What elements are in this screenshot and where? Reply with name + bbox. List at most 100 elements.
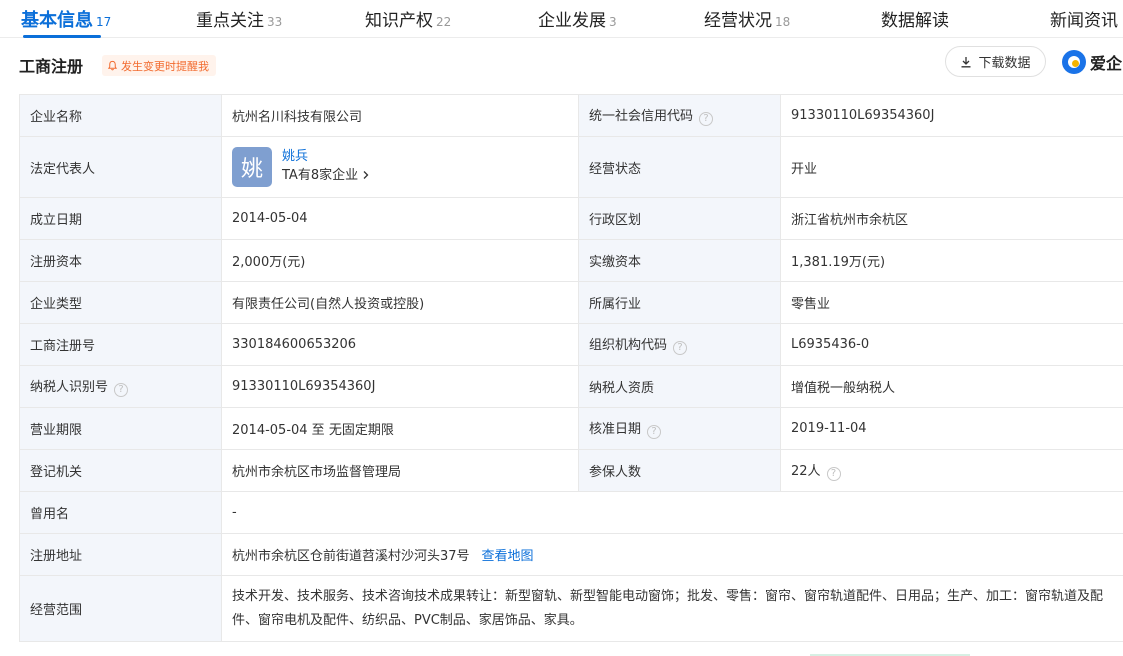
tab-development[interactable]: 企业发展 3	[538, 6, 617, 38]
label-former-name: 曾用名	[19, 491, 222, 534]
table-row: 纳税人识别号? 91330110L69354360J 纳税人资质 增值税一般纳税…	[19, 365, 1123, 408]
value-founded: 2014-05-04	[221, 197, 579, 240]
help-icon[interactable]: ?	[114, 383, 129, 397]
change-remind-button[interactable]: 发生变更时提醒我	[102, 55, 216, 76]
label-taxpayer-id-cell: 纳税人识别号?	[19, 365, 222, 408]
value-paid-capital: 1,381.19万(元)	[780, 239, 1123, 282]
label-company-name: 企业名称	[19, 94, 222, 137]
table-row: 曾用名 -	[19, 491, 1123, 534]
table-row: 注册地址 杭州市余杭区仓前街道苕溪村沙河头37号 查看地图	[19, 533, 1123, 576]
table-row: 营业期限 2014-05-04 至 无固定期限 核准日期? 2019-11-04	[19, 407, 1123, 450]
tab-label: 重点关注	[196, 11, 264, 31]
tab-count: 17	[96, 15, 112, 29]
aiqi-brand[interactable]: 爱企	[1062, 50, 1122, 74]
table-row: 登记机关 杭州市余杭区市场监督管理局 参保人数 22人?	[19, 449, 1123, 492]
label-org-code-cell: 组织机构代码?	[578, 323, 781, 366]
value-insured: 22人	[791, 464, 821, 479]
aiqi-logo-icon	[1062, 50, 1086, 74]
tab-label: 知识产权	[365, 11, 433, 31]
value-insured-cell: 22人?	[780, 449, 1123, 492]
table-row: 注册资本 2,000万(元) 实缴资本 1,381.19万(元)	[19, 239, 1123, 282]
tab-count: 18	[775, 15, 791, 29]
label-industry: 所属行业	[578, 281, 781, 324]
value-org-code: L6935436-0	[780, 323, 1123, 366]
value-former-name: -	[221, 491, 1123, 534]
tab-ip[interactable]: 知识产权 22	[365, 6, 451, 38]
value-address: 杭州市余杭区仓前街道苕溪村沙河头37号	[232, 549, 470, 564]
tab-count: 3	[609, 15, 617, 29]
tab-active-indicator	[23, 35, 101, 38]
tab-label: 企业发展	[538, 11, 606, 31]
view-map-link[interactable]: 查看地图	[482, 549, 534, 564]
help-icon[interactable]: ?	[699, 112, 714, 126]
label-reg-no: 工商注册号	[19, 323, 222, 366]
value-industry: 零售业	[780, 281, 1123, 324]
value-credit-code: 91330110L69354360J	[780, 94, 1123, 137]
section-title: 工商注册	[19, 57, 84, 76]
label-term: 营业期限	[19, 407, 222, 450]
help-icon[interactable]: ?	[647, 425, 662, 439]
tab-count: 22	[436, 15, 452, 29]
download-label: 下载数据	[978, 56, 1031, 71]
table-row: 成立日期 2014-05-04 行政区划 浙江省杭州市余杭区	[19, 197, 1123, 240]
value-scope: 技术开发、技术服务、技术咨询技术成果转让：新型窗轨、新型智能电动窗饰；批发、零售…	[221, 575, 1123, 642]
label-authority: 登记机关	[19, 449, 222, 492]
value-approve-date: 2019-11-04	[780, 407, 1123, 450]
tab-basic-info[interactable]: 基本信息 17	[21, 6, 111, 38]
label-insured: 参保人数	[578, 449, 781, 492]
brand-label: 爱企	[1090, 54, 1123, 73]
tab-news[interactable]: 新闻资讯	[1050, 6, 1118, 38]
help-icon[interactable]: ?	[673, 341, 688, 355]
value-authority: 杭州市余杭区市场监督管理局	[221, 449, 579, 492]
bell-icon	[107, 60, 118, 71]
label-credit-code-cell: 统一社会信用代码?	[578, 94, 781, 137]
tab-key-attention[interactable]: 重点关注 33	[196, 6, 282, 38]
help-icon[interactable]: ?	[826, 467, 841, 481]
legal-rep-companies-link[interactable]: TA有8家企业	[282, 168, 370, 183]
value-reg-capital: 2,000万(元)	[221, 239, 579, 282]
table-row: 企业类型 有限责任公司(自然人投资或控股) 所属行业 零售业	[19, 281, 1123, 324]
tab-data-analysis[interactable]: 数据解读	[881, 6, 949, 38]
remind-label: 发生变更时提醒我	[121, 59, 209, 73]
label-founded: 成立日期	[19, 197, 222, 240]
label-org-code: 组织机构代码	[589, 338, 668, 353]
value-company-type: 有限责任公司(自然人投资或控股)	[221, 281, 579, 324]
value-taxpayer-qual: 增值税一般纳税人	[780, 365, 1123, 408]
label-scope: 经营范围	[19, 575, 222, 642]
table-row: 法定代表人 姚 姚兵 TA有8家企业 经营状态 开业	[19, 136, 1123, 198]
tab-bar: 基本信息 17 重点关注 33 知识产权 22 企业发展 3 经营状况 18 数据解读 新…	[0, 0, 1123, 38]
tab-label: 新闻资讯	[1050, 11, 1118, 31]
table-row: 企业名称 杭州名川科技有限公司 统一社会信用代码? 91330110L69354…	[19, 94, 1123, 137]
value-reg-no: 330184600653206	[221, 323, 579, 366]
label-credit-code: 统一社会信用代码	[589, 109, 694, 124]
legal-rep-name-link[interactable]: 姚兵	[282, 148, 370, 166]
table-row: 经营范围 技术开发、技术服务、技术咨询技术成果转让：新型窗轨、新型智能电动窗饰；…	[19, 575, 1123, 642]
download-data-button[interactable]: 下载数据	[945, 46, 1046, 77]
label-approve-date: 核准日期	[589, 422, 642, 437]
value-status: 开业	[780, 136, 1123, 198]
value-company-name: 杭州名川科技有限公司	[221, 94, 579, 137]
download-icon	[961, 56, 971, 67]
label-status: 经营状态	[578, 136, 781, 198]
value-address-cell: 杭州市余杭区仓前街道苕溪村沙河头37号 查看地图	[221, 533, 1123, 576]
tab-label: 基本信息	[21, 10, 93, 31]
value-region: 浙江省杭州市余杭区	[780, 197, 1123, 240]
label-paid-capital: 实缴资本	[578, 239, 781, 282]
business-registration-table: 企业名称 杭州名川科技有限公司 统一社会信用代码? 91330110L69354…	[19, 94, 1123, 642]
label-approve-date-cell: 核准日期?	[578, 407, 781, 450]
label-taxpayer-id: 纳税人识别号	[30, 380, 109, 395]
chevron-right-icon	[363, 171, 369, 179]
label-company-type: 企业类型	[19, 281, 222, 324]
label-reg-capital: 注册资本	[19, 239, 222, 282]
tab-operations[interactable]: 经营状况 18	[704, 6, 790, 38]
avatar[interactable]: 姚	[232, 147, 272, 187]
label-taxpayer-qual: 纳税人资质	[578, 365, 781, 408]
legal-rep-companies: TA有8家企业	[282, 168, 359, 183]
tab-count: 33	[267, 15, 283, 29]
label-region: 行政区划	[578, 197, 781, 240]
label-address: 注册地址	[19, 533, 222, 576]
value-legal-rep: 姚 姚兵 TA有8家企业	[221, 136, 579, 198]
value-term: 2014-05-04 至 无固定期限	[221, 407, 579, 450]
table-row: 工商注册号 330184600653206 组织机构代码? L6935436-0	[19, 323, 1123, 366]
tab-label: 经营状况	[704, 11, 772, 31]
